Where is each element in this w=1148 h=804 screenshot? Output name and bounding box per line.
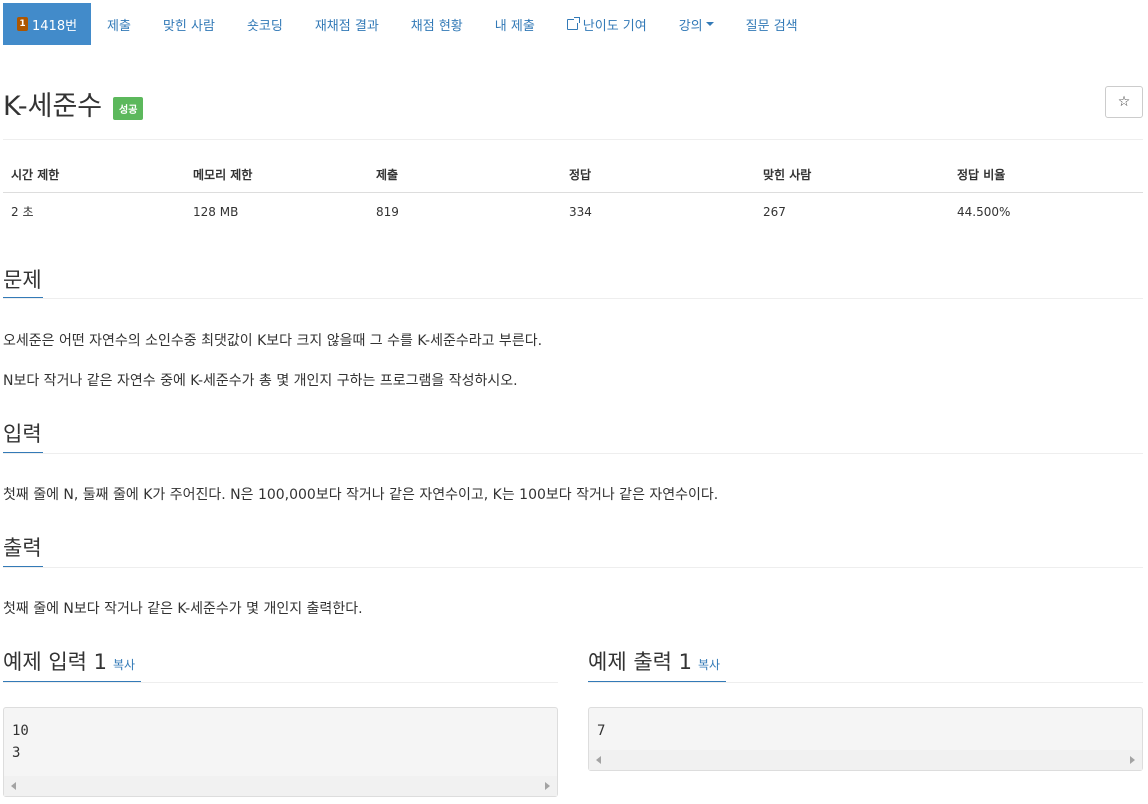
tab-questions[interactable]: 질문 검색 <box>730 3 814 45</box>
info-value: 334 <box>569 204 592 219</box>
problem-section-title: 문제 <box>3 268 42 292</box>
section-divider <box>3 453 1143 454</box>
section-divider <box>3 682 558 683</box>
info-value: 819 <box>376 204 399 219</box>
status-badge: 성공 <box>113 97 144 120</box>
sample-output-label: 예제 출력 1 <box>588 650 692 674</box>
copy-input-button[interactable]: 복사 <box>113 658 135 672</box>
info-value-row: 2 초 128 MB 819 334 267 44.500% <box>3 193 1143 231</box>
sample-input-label: 예제 입력 1 <box>3 650 107 674</box>
section-divider <box>3 567 1143 568</box>
tab-problem-label: 1418번 <box>32 18 78 34</box>
page-title: K-세준수 <box>3 91 103 122</box>
problem-info-table: 시간 제한 메모리 제한 제출 정답 맞힌 사람 정답 비율 2 초 128 M… <box>3 158 1143 230</box>
sample-input-line: 10 <box>12 723 29 739</box>
input-section-title: 입력 <box>3 422 42 446</box>
section-divider <box>3 298 1143 299</box>
info-header: 메모리 제한 <box>185 158 368 193</box>
problem-description-line: N보다 작거나 같은 자연수 중에 K-세준수가 총 몇 개인지 구하는 프로그… <box>3 373 518 389</box>
problem-description-line: 오세준은 어떤 자연수의 소인수중 최댓값이 K보다 크지 않을때 그 수를 K… <box>3 333 543 349</box>
horizontal-scrollbar[interactable] <box>4 776 557 796</box>
copy-output-button[interactable]: 복사 <box>698 658 720 672</box>
tab-lectures-label: 강의 <box>678 18 703 34</box>
title-divider <box>3 139 1143 140</box>
scroll-right-icon[interactable] <box>545 782 550 790</box>
output-description: 첫째 줄에 N보다 작거나 같은 K-세준수가 몇 개인지 출력한다. <box>3 601 363 617</box>
scroll-left-icon[interactable] <box>11 782 16 790</box>
info-value: 267 <box>763 204 786 219</box>
tab-submit[interactable]: 제출 <box>91 3 147 45</box>
tab-difficulty-label: 난이도 기여 <box>582 18 647 34</box>
tab-difficulty[interactable]: 난이도 기여 <box>551 3 663 45</box>
tab-short-coding[interactable]: 숏코딩 <box>231 3 299 45</box>
info-header: 정답 비율 <box>949 158 1143 193</box>
tab-status[interactable]: 채점 현황 <box>395 3 479 45</box>
info-value: 128 MB <box>193 204 239 219</box>
output-section-title: 출력 <box>3 536 42 560</box>
sample-input-title: 예제 입력 1 복사 <box>3 646 135 676</box>
sample-output-line: 7 <box>597 723 606 739</box>
sample-output-box[interactable]: 7 <box>588 707 1143 771</box>
tab-problem[interactable]: 1 1418번 <box>3 3 92 45</box>
problem-nav: 1 1418번 제출 맞힌 사람 숏코딩 재채점 결과 채점 현황 내 제출 난… <box>3 3 1143 45</box>
tab-my-submissions[interactable]: 내 제출 <box>479 3 551 45</box>
info-header: 제출 <box>368 158 561 193</box>
sample-input-line: 3 <box>12 745 21 761</box>
info-header: 정답 <box>561 158 755 193</box>
sample-output-title: 예제 출력 1 복사 <box>588 646 720 676</box>
star-icon: ☆ <box>1117 94 1131 110</box>
horizontal-scrollbar[interactable] <box>589 750 1142 770</box>
info-header: 시간 제한 <box>3 158 185 193</box>
external-link-icon <box>566 16 580 30</box>
tab-rejudge[interactable]: 재채점 결과 <box>299 3 395 45</box>
caret-down-icon <box>705 22 714 26</box>
info-header: 맞힌 사람 <box>755 158 949 193</box>
sample-input-box[interactable]: 10 3 <box>3 707 558 797</box>
input-description: 첫째 줄에 N, 둘째 줄에 K가 주어진다. N은 100,000보다 작거나… <box>3 487 719 503</box>
tab-solvers[interactable]: 맞힌 사람 <box>147 3 231 45</box>
info-header-row: 시간 제한 메모리 제한 제출 정답 맞힌 사람 정답 비율 <box>3 158 1143 193</box>
scroll-left-icon[interactable] <box>596 756 601 764</box>
section-divider <box>588 682 1143 683</box>
scroll-right-icon[interactable] <box>1130 756 1135 764</box>
info-value: 2 초 <box>11 205 34 219</box>
tier-badge-icon: 1 <box>17 17 28 31</box>
favorite-star-button[interactable]: ☆ <box>1105 86 1143 118</box>
title-row: K-세준수 성공 ☆ <box>3 84 1143 124</box>
info-value: 44.500% <box>957 204 1011 219</box>
tab-lectures[interactable]: 강의 <box>663 3 730 45</box>
